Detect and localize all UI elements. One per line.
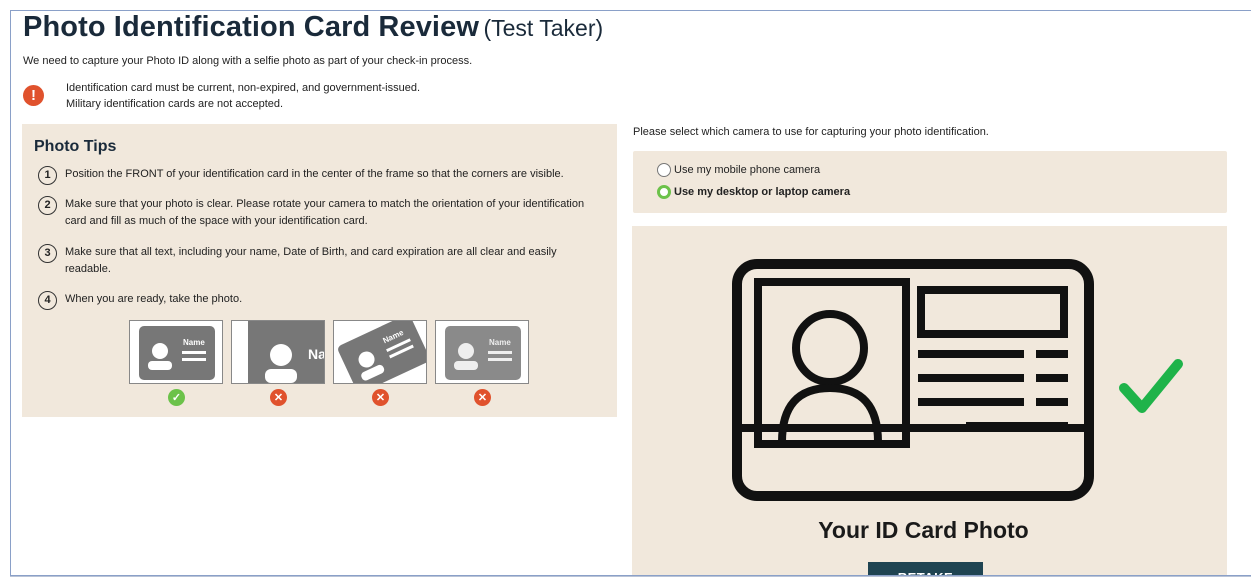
example-cropped-photo: Na <box>231 320 325 384</box>
example-photos: Name Na Name Name ✓ ✕ ✕ ✕ <box>118 320 538 410</box>
close-icon: ✕ <box>372 389 389 406</box>
tip-number: 3 <box>38 244 57 263</box>
close-icon: ✕ <box>474 389 491 406</box>
tip-number: 4 <box>38 291 57 310</box>
tip-text: Position the FRONT of your identificatio… <box>65 168 564 180</box>
app-frame: Photo Identification Card Review (Test T… <box>10 10 1251 576</box>
check-icon: ✓ <box>168 389 185 406</box>
id-photo-preview: Your ID Card Photo RETAKE <box>632 226 1227 575</box>
check-icon <box>1119 359 1183 413</box>
warning-line-2: Military identification cards are not ac… <box>66 98 284 110</box>
exclamation-icon: ! <box>23 85 44 106</box>
desktop-camera-option[interactable]: Use my desktop or laptop camera <box>657 185 850 199</box>
example-name-label: Name <box>489 338 511 347</box>
warning-line-1: Identification card must be current, non… <box>66 82 421 94</box>
example-blurry-photo: Name <box>435 320 529 384</box>
intro-text: We need to capture your Photo ID along w… <box>23 55 473 67</box>
mobile-camera-option[interactable]: Use my mobile phone camera <box>657 163 820 177</box>
example-good-photo: Name <box>129 320 223 384</box>
id-warning: ! Identification card must be current, n… <box>23 79 623 115</box>
retake-button[interactable]: RETAKE <box>868 562 983 575</box>
bottom-divider <box>10 576 1251 577</box>
tip-number: 1 <box>38 166 57 185</box>
camera-select-box: Use my mobile phone camera Use my deskto… <box>633 151 1227 213</box>
close-icon: ✕ <box>270 389 287 406</box>
example-rotated-photo: Name <box>333 320 427 384</box>
camera-prompt: Please select which camera to use for ca… <box>633 126 989 138</box>
tip-text: When you are ready, take the photo. <box>65 293 243 305</box>
page-title-main: Photo Identification Card Review <box>23 11 479 43</box>
desktop-camera-radio[interactable] <box>657 185 671 199</box>
tip-number: 2 <box>38 196 57 215</box>
warning-text: Identification card must be current, non… <box>66 80 420 112</box>
tip-text: Make sure that your photo is clear. Plea… <box>65 198 585 227</box>
example-name-label: Name <box>183 338 205 347</box>
example-name-label: Na <box>308 346 325 362</box>
tip-text: Make sure that all text, including your … <box>65 246 557 275</box>
photo-tips-title: Photo Tips <box>34 138 117 155</box>
photo-tips-panel: Photo Tips 1 Position the FRONT of your … <box>22 124 617 417</box>
mobile-camera-label: Use my mobile phone camera <box>674 164 821 176</box>
page-title: Photo Identification Card Review (Test T… <box>23 11 603 44</box>
mobile-camera-radio[interactable] <box>657 163 671 177</box>
preview-title: Your ID Card Photo <box>818 517 1029 543</box>
page-title-subtitle: (Test Taker) <box>483 15 604 41</box>
desktop-camera-label: Use my desktop or laptop camera <box>674 186 851 198</box>
